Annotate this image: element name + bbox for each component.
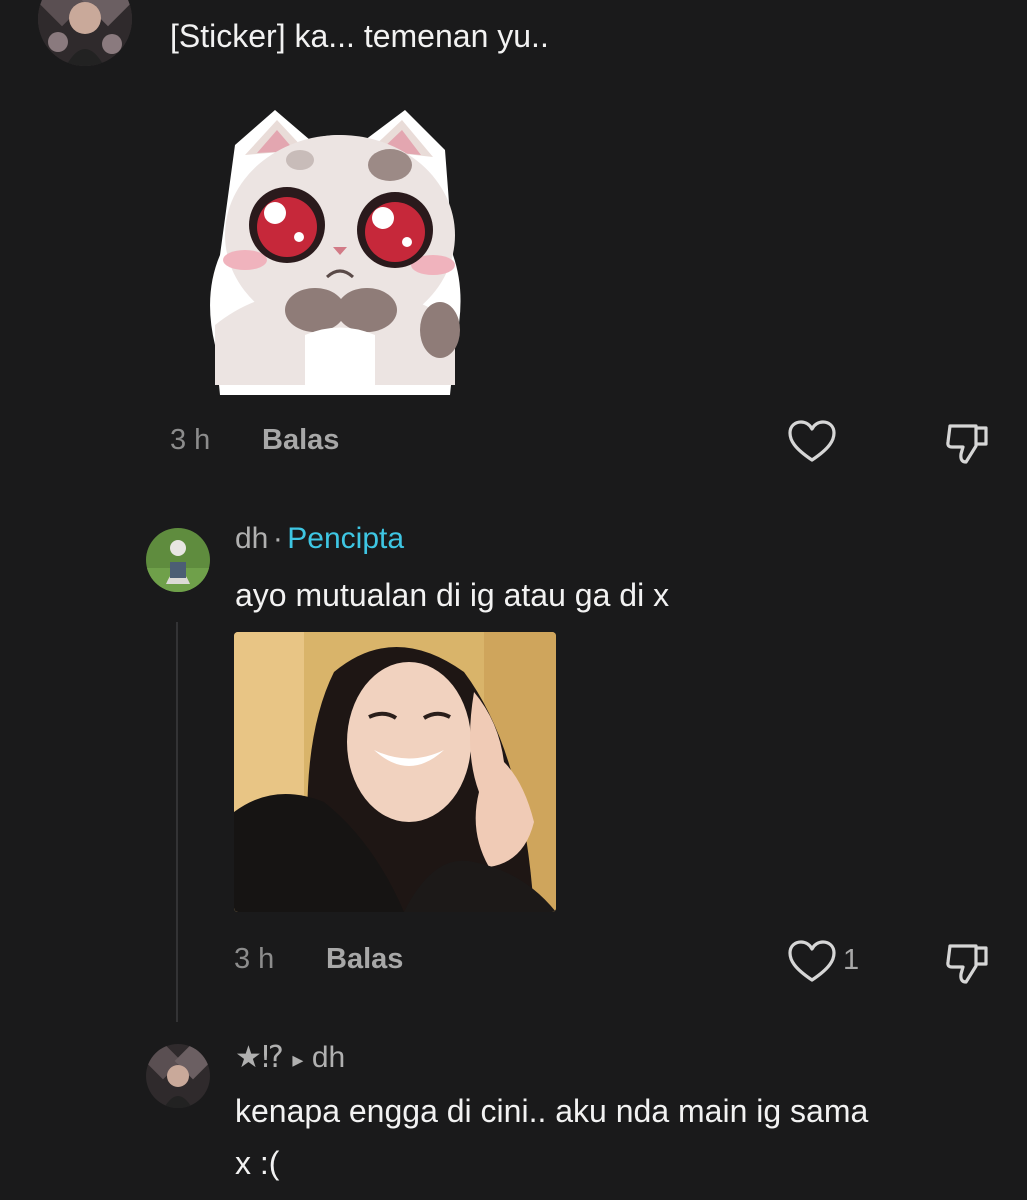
reply1-text: ayo mutualan di ig atau ga di x [235, 577, 670, 613]
comment1-like-button[interactable] [788, 420, 836, 464]
reply2-reply-to[interactable]: dh [312, 1041, 345, 1074]
reply2-avatar[interactable] [146, 1044, 210, 1108]
reply1-time: 3 h [234, 943, 275, 975]
sticker-image [205, 105, 470, 395]
comment1-time: 3 h [170, 424, 211, 456]
comment1-avatar[interactable] [38, 0, 132, 66]
reply-arrow-icon: ▸ [292, 1047, 304, 1072]
reply2-username[interactable]: ★⁉ [235, 1041, 284, 1074]
comment1-reply-button[interactable]: Balas [262, 424, 339, 457]
reply2-text-line2: x :( [235, 1145, 280, 1181]
reply1-like-count: 1 [843, 944, 860, 976]
thread-line [176, 622, 178, 1022]
reply1-avatar[interactable] [146, 528, 210, 592]
reply1-like-button[interactable] [788, 940, 836, 984]
reply1-header: dh · Pencipta [235, 522, 404, 556]
avatar-image-icon [146, 528, 210, 592]
avatar-image-icon [38, 0, 132, 66]
creator-badge: Pencipta [287, 522, 405, 555]
thumbs-down-icon [946, 944, 988, 984]
cat-sticker-icon [210, 110, 461, 395]
reply1-separator: · [272, 522, 283, 555]
thumbs-down-icon [946, 424, 988, 464]
reply1-dislike-button[interactable] [944, 940, 992, 986]
comment1-dislike-button[interactable] [944, 420, 992, 466]
heart-icon [788, 420, 836, 462]
reply1-username[interactable]: dh [235, 522, 268, 555]
comment1-text: [Sticker] ka... temenan yu.. [170, 18, 549, 54]
reply1-photo[interactable] [234, 632, 556, 912]
selfie-photo-icon [234, 632, 556, 912]
reply1-reply-button[interactable]: Balas [326, 943, 403, 976]
heart-icon [788, 940, 836, 982]
avatar-image-icon [146, 1044, 210, 1108]
reply2-header: ★⁉ ▸ dh [235, 1040, 345, 1075]
reply2-text-line1: kenapa engga di cini.. aku nda main ig s… [235, 1093, 869, 1129]
